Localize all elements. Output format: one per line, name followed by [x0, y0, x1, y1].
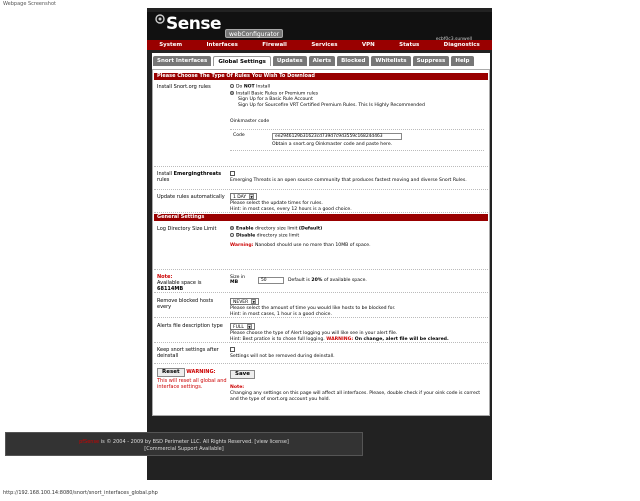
emerging-label: Install Emergingthreats rules	[157, 171, 222, 183]
footer: pfSense is © 2004 - 2009 by BSD Perimete…	[5, 432, 363, 456]
radio-disable-limit[interactable]	[230, 232, 234, 237]
tab-blocked[interactable]: Blocked	[337, 56, 370, 66]
tab-alerts[interactable]: Alerts	[308, 56, 336, 66]
size-input[interactable]: 50	[258, 277, 284, 284]
reset-warning: WARNING:	[186, 369, 216, 375]
tab-whitelists[interactable]: Whitelists	[371, 56, 411, 66]
tab-updates[interactable]: Updates	[272, 56, 307, 66]
reset-button[interactable]: Reset	[157, 368, 185, 377]
log-dir-warning: Warning: Nanobsd should use no more than…	[230, 243, 371, 248]
row-available-space: Note: Available space is 68114MB Size in…	[154, 271, 488, 293]
emerging-hint: Emerging Threats is an open source commu…	[230, 178, 467, 183]
tab-help[interactable]: Help	[451, 56, 474, 66]
update-hint-2: Hint: in most cases, every 12 hours is a…	[230, 207, 352, 212]
option-disable-limit[interactable]: Disable directory size limit	[230, 232, 371, 240]
status-bar-url: http://192.168.100.14:8080/snort/snort_i…	[3, 490, 158, 496]
tab-global-settings[interactable]: Global Settings	[213, 56, 271, 66]
keep-settings-checkbox[interactable]	[230, 347, 235, 352]
emerging-checkbox[interactable]	[230, 171, 235, 176]
logo-text: Sense	[166, 14, 222, 34]
row-emerging-threats: Install Emergingthreats rules Emerging T…	[154, 168, 488, 190]
radio-enable-limit[interactable]	[230, 226, 234, 230]
link-premium-signup[interactable]: Sign Up for Sourcefire VRT Certified Pre…	[230, 103, 484, 109]
tab-suppress[interactable]: Suppress	[412, 56, 450, 66]
logo[interactable]: Sense	[166, 14, 222, 34]
row-update-rules: Update rules automatically 1 DAY ▼ Please…	[154, 191, 488, 213]
alerts-file-label: Alerts file description type	[157, 323, 223, 329]
alerts-file-select[interactable]: FULL ▼	[230, 323, 255, 330]
oinkcode-input[interactable]: ee2946129b31623cd739d7c9d3559c16824d463	[272, 133, 402, 140]
nav-status[interactable]: Status	[399, 42, 419, 48]
chevron-down-icon: ▼	[249, 194, 255, 199]
row-keep-settings: Keep snort settings after deinstall Sett…	[154, 344, 488, 364]
save-note-text: Changing any settings on this page will …	[230, 391, 481, 402]
nav-firewall[interactable]: Firewall	[262, 42, 287, 48]
nav-diagnostics[interactable]: Diagnostics	[444, 42, 480, 48]
nav-services[interactable]: Services	[311, 42, 337, 48]
section-rules-header: Please Choose The Type Of Rules You Wish…	[154, 73, 488, 80]
nav-interfaces[interactable]: Interfaces	[207, 42, 238, 48]
pfsense-logo-icon	[155, 14, 165, 24]
row-alerts-file: Alerts file description type FULL ▼ Pleas…	[154, 319, 488, 343]
header: Sense webConfigurator ecbf0c3.sunwell	[147, 12, 492, 42]
row-log-directory: Log Directory Size Limit Enable director…	[154, 222, 488, 270]
tab-snort-interfaces[interactable]: Snort Interfaces	[153, 56, 212, 66]
remove-blocked-hint-2: Hint: in most cases, 1 hour is a good ch…	[230, 312, 332, 317]
remove-blocked-select[interactable]: NEVER ▼	[230, 298, 260, 305]
chevron-down-icon: ▼	[246, 324, 252, 329]
settings-panel: Please Choose The Type Of Rules You Wish…	[152, 69, 490, 416]
space-available-value: 68114MB	[157, 286, 184, 292]
chevron-down-icon: ▼	[251, 299, 257, 304]
footer-copyright: is © 2004 - 2009 by BSD Perimeter LLC. A…	[99, 439, 289, 445]
top-nav: System Interfaces Firewall Services VPN …	[147, 40, 492, 50]
section-general-header: General Settings	[154, 214, 488, 221]
reset-desc: This will reset all global and interface…	[157, 378, 227, 390]
alerts-file-hint-2: Hint: Best pratice is to chose full logg…	[230, 337, 449, 342]
oinkmaster-label: Oinkmaster code	[230, 119, 270, 124]
keep-settings-label: Keep snort settings after deinstall	[157, 347, 219, 359]
screenshot-label: Webpage Screenshot	[3, 1, 56, 7]
webconfigurator-badge: webConfigurator	[225, 29, 284, 38]
main-content: Snort Interfaces Global Settings Updates…	[152, 53, 490, 416]
footer-brand[interactable]: pfSense	[79, 439, 99, 445]
update-select[interactable]: 1 DAY ▼	[230, 193, 258, 200]
remove-blocked-label: Remove blocked hosts every	[157, 298, 214, 310]
size-label-2: MB	[230, 280, 239, 285]
radio-install-basic-premium[interactable]	[230, 90, 234, 95]
oinkcode-hint: Obtain a snort.org Oinkmaster code and p…	[272, 142, 393, 147]
update-label: Update rules automatically	[157, 194, 225, 200]
tab-bar: Snort Interfaces Global Settings Updates…	[152, 56, 474, 66]
radio-do-not-install[interactable]	[230, 84, 234, 88]
log-dir-label: Log Directory Size Limit	[157, 226, 217, 232]
size-default-hint: Default is 20% of available space.	[288, 278, 367, 283]
nav-vpn[interactable]: VPN	[362, 42, 375, 48]
row-actions: Reset WARNING: This will reset all globa…	[154, 365, 488, 415]
code-label: Code	[233, 133, 245, 138]
row-remove-blocked: Remove blocked hosts every NEVER ▼ Please…	[154, 294, 488, 318]
save-button[interactable]: Save	[230, 370, 255, 379]
nav-system[interactable]: System	[159, 42, 182, 48]
footer-support[interactable]: [Commercial Support Available]	[6, 446, 362, 453]
install-rules-label: Install Snort.org rules	[157, 84, 211, 90]
keep-settings-hint: Settings will not be removed during dein…	[230, 354, 335, 359]
row-install-rules: Install Snort.org rules Do NOT Install I…	[154, 81, 488, 167]
